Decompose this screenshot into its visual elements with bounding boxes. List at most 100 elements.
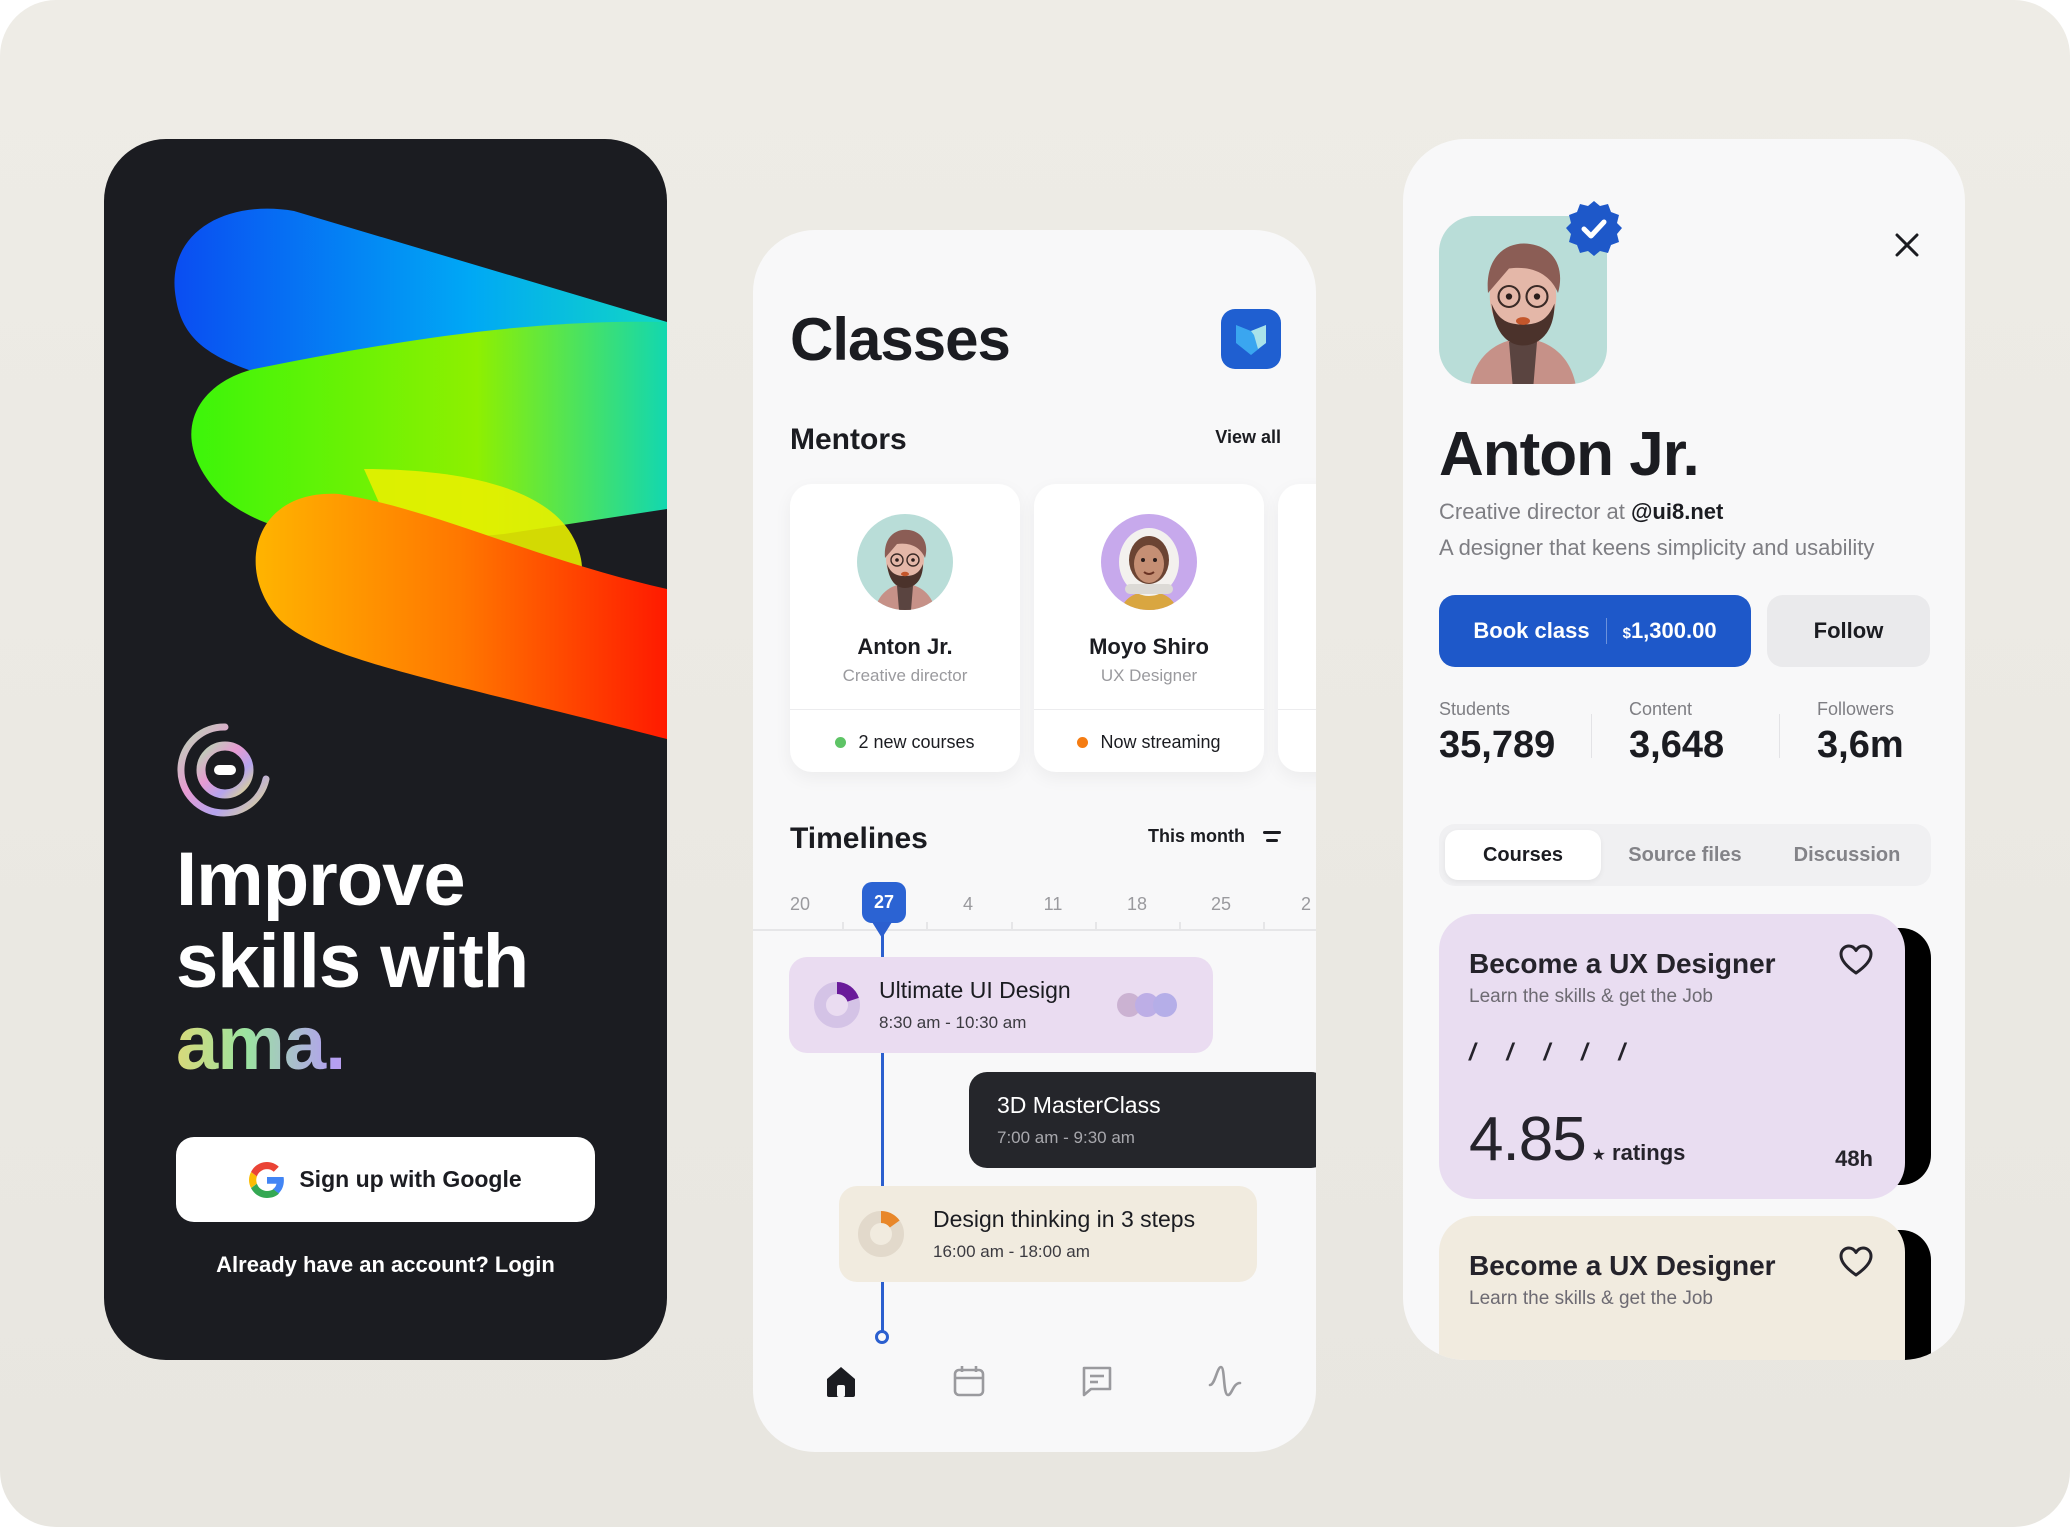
close-icon[interactable] — [1893, 231, 1921, 259]
mentor-avatar-illustration — [875, 529, 935, 610]
course-card[interactable]: Become a UX Designer Learn the skills & … — [1439, 1216, 1905, 1360]
progress-wedge — [837, 982, 859, 1002]
tab-source-files[interactable]: Source files — [1607, 830, 1763, 880]
date-tick[interactable]: 4 — [963, 894, 973, 915]
course-title: Become a UX Designer — [1469, 1250, 1776, 1281]
view-all-link[interactable]: View all — [1215, 427, 1281, 448]
login-link[interactable]: Already have an account? Login — [104, 1252, 667, 1278]
event-title: 3D MasterClass — [997, 1092, 1161, 1118]
filter-icon — [1263, 830, 1281, 842]
date-tick[interactable]: 25 — [1211, 894, 1231, 915]
home-icon[interactable] — [823, 1363, 859, 1399]
mentor-status: Now streaming — [1034, 732, 1264, 753]
ama-logo-icon — [177, 723, 270, 817]
rating-slashes: / / / / / — [1469, 1039, 1638, 1066]
mentor-role: Creative director — [842, 666, 968, 685]
book-class-label: Book class — [1473, 618, 1590, 643]
price-value: 1,300.00 — [1630, 618, 1717, 643]
stat-content: Content 3,648 — [1629, 699, 1724, 767]
stat-label: Students — [1439, 699, 1511, 719]
classes-screen: Classes Mentors View all Anton Jr. Creat… — [753, 230, 1316, 1452]
event-title: Design thinking in 3 steps — [933, 1206, 1196, 1232]
company-handle-link[interactable]: @ui8.net — [1631, 499, 1723, 524]
mentor-role: UX Designer — [1100, 666, 1198, 685]
orange-ribbon — [255, 493, 667, 739]
hero-headline: Improve skills with ama. — [176, 837, 529, 1085]
event-time: 16:00 am - 18:00 am — [933, 1242, 1090, 1261]
axis-tick — [1095, 922, 1097, 930]
headline-line-1: Improve — [176, 837, 466, 922]
axis-tick — [1263, 922, 1265, 930]
stat-value: 35,789 — [1439, 724, 1556, 766]
heart-icon[interactable] — [1839, 1246, 1873, 1278]
progress-ring-icon — [814, 982, 860, 1028]
profile-role: Creative director at @ui8.net — [1439, 499, 1723, 525]
chat-icon[interactable] — [1079, 1363, 1115, 1399]
event-card[interactable]: Ultimate UI Design 8:30 am - 10:30 am — [789, 957, 1213, 1053]
calendar-icon[interactable] — [951, 1363, 987, 1399]
profile-bio: A designer that keens simplicity and usa… — [1439, 535, 1875, 560]
mentors-heading: Mentors — [790, 423, 907, 456]
avatar — [1101, 514, 1197, 610]
month-filter[interactable]: This month — [1148, 826, 1281, 847]
mentor-status: 2 new courses — [790, 732, 1020, 753]
mentor-card-partial[interactable] — [1278, 484, 1316, 772]
progress-ring-icon — [858, 1211, 904, 1257]
canvas-background: Improve skills with ama. Sign up with Go… — [0, 0, 2070, 1527]
event-card[interactable]: Design thinking in 3 steps 16:00 am - 18… — [839, 1186, 1257, 1282]
status-dot-icon — [1077, 737, 1089, 748]
event-time: 7:00 am - 9:30 am — [997, 1128, 1135, 1147]
date-tick-selected[interactable]: 27 — [861, 882, 907, 923]
timeline-end-marker — [875, 1330, 889, 1344]
mentor-avatar-illustration — [1119, 528, 1179, 610]
stat-followers: Followers 3,6m — [1817, 699, 1904, 767]
event-title: Ultimate UI Design — [879, 977, 1071, 1003]
axis-tick — [842, 922, 844, 930]
course-subtitle: Learn the skills & get the Job — [1469, 1288, 1713, 1309]
date-scale: 20 27 4 11 18 25 2 — [753, 882, 1316, 930]
bottom-nav — [753, 1363, 1316, 1423]
mentor-card[interactable]: Anton Jr. Creative director 2 new course… — [790, 484, 1020, 772]
date-tick[interactable]: 20 — [790, 894, 810, 915]
shield-logo-icon — [1236, 325, 1266, 355]
headline-line-2: skills with — [176, 919, 529, 1004]
divider — [1779, 714, 1780, 758]
date-tick[interactable]: 11 — [1044, 894, 1063, 915]
follow-button[interactable]: Follow — [1767, 595, 1930, 667]
tab-courses[interactable]: Courses — [1445, 830, 1601, 880]
onboarding-screen: Improve skills with ama. Sign up with Go… — [104, 139, 667, 1360]
google-button-label: Sign up with Google — [299, 1166, 522, 1192]
stat-label: Content — [1629, 699, 1693, 719]
app-badge[interactable] — [1221, 309, 1281, 369]
event-card[interactable]: 3D MasterClass 7:00 am - 9:30 am — [969, 1072, 1316, 1168]
tab-discussion[interactable]: Discussion — [1769, 830, 1925, 880]
page-title: Classes — [790, 306, 1011, 373]
stat-value: 3,6m — [1817, 724, 1904, 766]
profile-tabs: Courses Source files Discussion — [1439, 824, 1931, 886]
book-class-button[interactable]: Book class $1,300.00 — [1439, 595, 1751, 667]
activity-icon[interactable] — [1207, 1363, 1243, 1399]
course-title: Become a UX Designer — [1469, 948, 1776, 979]
mentor-card[interactable]: Moyo Shiro UX Designer Now streaming — [1034, 484, 1264, 772]
date-tick[interactable]: 18 — [1127, 894, 1147, 915]
axis-tick — [1179, 922, 1181, 930]
attendee-avatars — [1117, 993, 1177, 1017]
role-text: Creative director at — [1439, 499, 1631, 524]
divider — [1034, 709, 1264, 710]
sign-up-google-button[interactable]: Sign up with Google — [176, 1137, 595, 1222]
verified-badge-icon — [1566, 201, 1622, 256]
profile-name: Anton Jr. — [1439, 420, 1700, 489]
heart-icon[interactable] — [1839, 944, 1873, 976]
date-tick[interactable]: 2 — [1301, 894, 1311, 915]
price: $1,300.00 — [1623, 618, 1717, 644]
event-time: 8:30 am - 10:30 am — [879, 1013, 1027, 1032]
rating-value: 4.85 — [1469, 1105, 1587, 1174]
axis-tick — [926, 922, 928, 930]
course-item: Become a UX Designer Learn the skills & … — [1439, 1216, 1931, 1360]
mentor-name: Moyo Shiro — [1089, 634, 1209, 659]
stat-students: Students 35,789 — [1439, 699, 1555, 767]
avatar — [857, 514, 953, 610]
course-card[interactable]: Become a UX Designer Learn the skills & … — [1439, 914, 1905, 1199]
stat-label: Followers — [1817, 699, 1895, 719]
current-time-pointer-icon[interactable] — [872, 922, 892, 938]
